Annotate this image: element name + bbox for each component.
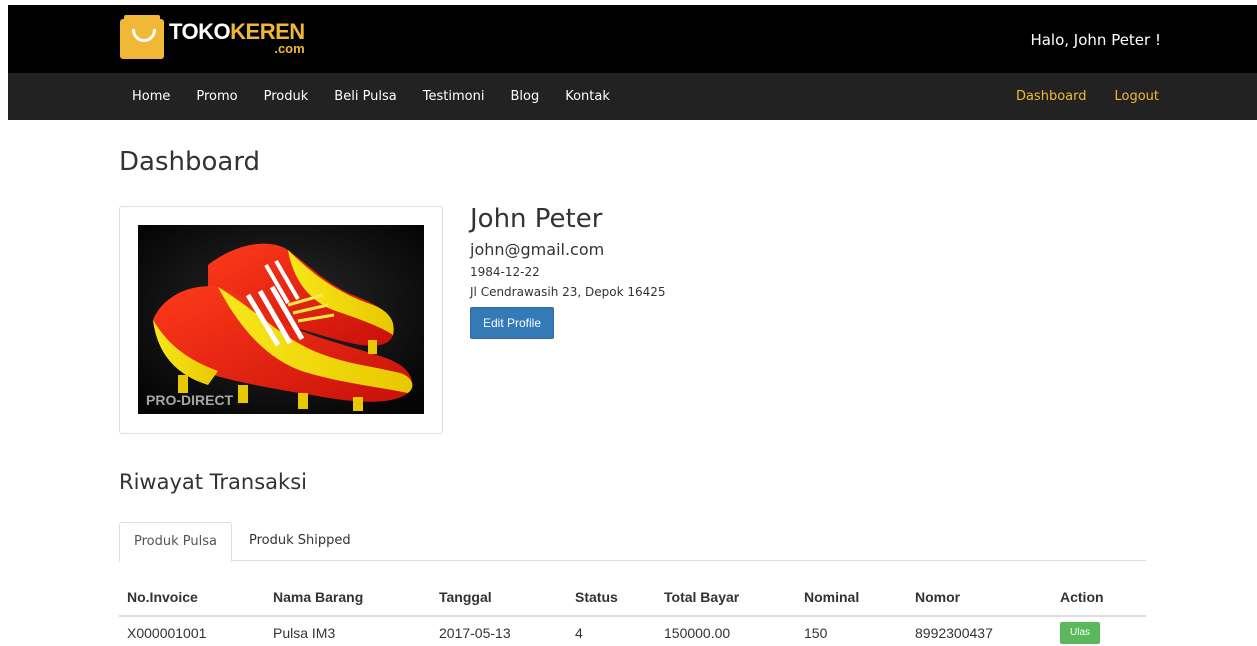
- nav-item-testimoni[interactable]: Testimoni: [410, 89, 498, 104]
- page-title: Dashboard: [119, 147, 261, 177]
- nav-item-kontak[interactable]: Kontak: [552, 89, 623, 104]
- total-cell: 150000.00: [664, 624, 731, 641]
- nominal-cell: 150: [804, 624, 828, 641]
- column-header: Status: [567, 578, 656, 617]
- profile-birthdate: 1984-12-22: [470, 265, 540, 279]
- column-header: Total Bayar: [656, 578, 796, 617]
- shopping-bag-icon: [120, 15, 164, 59]
- transactions-title: Riwayat Transaksi: [119, 470, 307, 494]
- column-header: Action: [1052, 578, 1146, 617]
- nav-item-produk[interactable]: Produk: [251, 89, 322, 104]
- tab-produk-shipped[interactable]: Produk Shipped: [235, 522, 365, 561]
- brand-logo[interactable]: TOKOKEREN .com: [120, 15, 305, 61]
- nav-item-beli-pulsa[interactable]: Beli Pulsa: [321, 89, 409, 104]
- photo-watermark: PRO-DIRECT: [146, 392, 234, 408]
- action-cell: Ulas: [1052, 616, 1146, 646]
- account-links: Dashboard Logout: [988, 73, 1159, 120]
- invoice-cell: X000001001: [127, 624, 207, 641]
- profile-name: John Peter: [470, 204, 603, 234]
- top-header: TOKOKEREN .com Halo, John Peter !: [8, 5, 1257, 73]
- main-navbar: Home Promo Produk Beli Pulsa Testimoni B…: [8, 73, 1257, 120]
- column-header: Nama Barang: [265, 578, 431, 617]
- column-header: No.Invoice: [119, 578, 265, 617]
- football-boot-image: PRO-DIRECT: [138, 225, 424, 414]
- nav-item-blog[interactable]: Blog: [497, 89, 552, 104]
- profile-photo-frame: PRO-DIRECT: [119, 206, 443, 434]
- tab-produk-pulsa[interactable]: Produk Pulsa: [119, 522, 232, 562]
- nav-item-logout[interactable]: Logout: [1086, 89, 1159, 104]
- profile-address: Jl Cendrawasih 23, Depok 16425: [470, 285, 666, 299]
- user-greeting: Halo, John Peter !: [1030, 31, 1161, 49]
- column-header: Nomor: [907, 578, 1052, 617]
- nav-links: Home Promo Produk Beli Pulsa Testimoni B…: [119, 73, 623, 120]
- transactions-table: No.Invoice Nama Barang Tanggal Status To…: [119, 578, 1146, 646]
- brand-suffix: .com: [274, 41, 305, 56]
- status-cell: 4: [575, 624, 583, 641]
- column-header: Nominal: [796, 578, 907, 617]
- profile-email: john@gmail.com: [470, 240, 605, 259]
- brand-name-part1: TOKO: [169, 19, 231, 44]
- date-cell: 2017-05-13: [439, 624, 511, 641]
- nav-item-promo[interactable]: Promo: [183, 89, 250, 104]
- review-button[interactable]: Ulas: [1060, 621, 1101, 644]
- nav-item-home[interactable]: Home: [119, 89, 183, 104]
- brand-wordmark: TOKOKEREN .com: [169, 19, 305, 61]
- profile-photo: PRO-DIRECT: [138, 225, 424, 414]
- profile-info: John Peter john@gmail.com 1984-12-22 Jl …: [470, 202, 666, 339]
- table-row: X000001001 Pulsa IM3 2017-05-13 4 150000…: [119, 616, 1146, 646]
- nav-item-dashboard[interactable]: Dashboard: [988, 89, 1087, 104]
- edit-profile-button[interactable]: Edit Profile: [470, 307, 555, 339]
- column-header: Tanggal: [431, 578, 567, 617]
- transaction-tabs: Produk Pulsa Produk Shipped: [119, 522, 1146, 562]
- item-cell: Pulsa IM3: [273, 624, 336, 641]
- number-cell: 8992300437: [915, 624, 993, 641]
- table-header-row: No.Invoice Nama Barang Tanggal Status To…: [119, 578, 1146, 617]
